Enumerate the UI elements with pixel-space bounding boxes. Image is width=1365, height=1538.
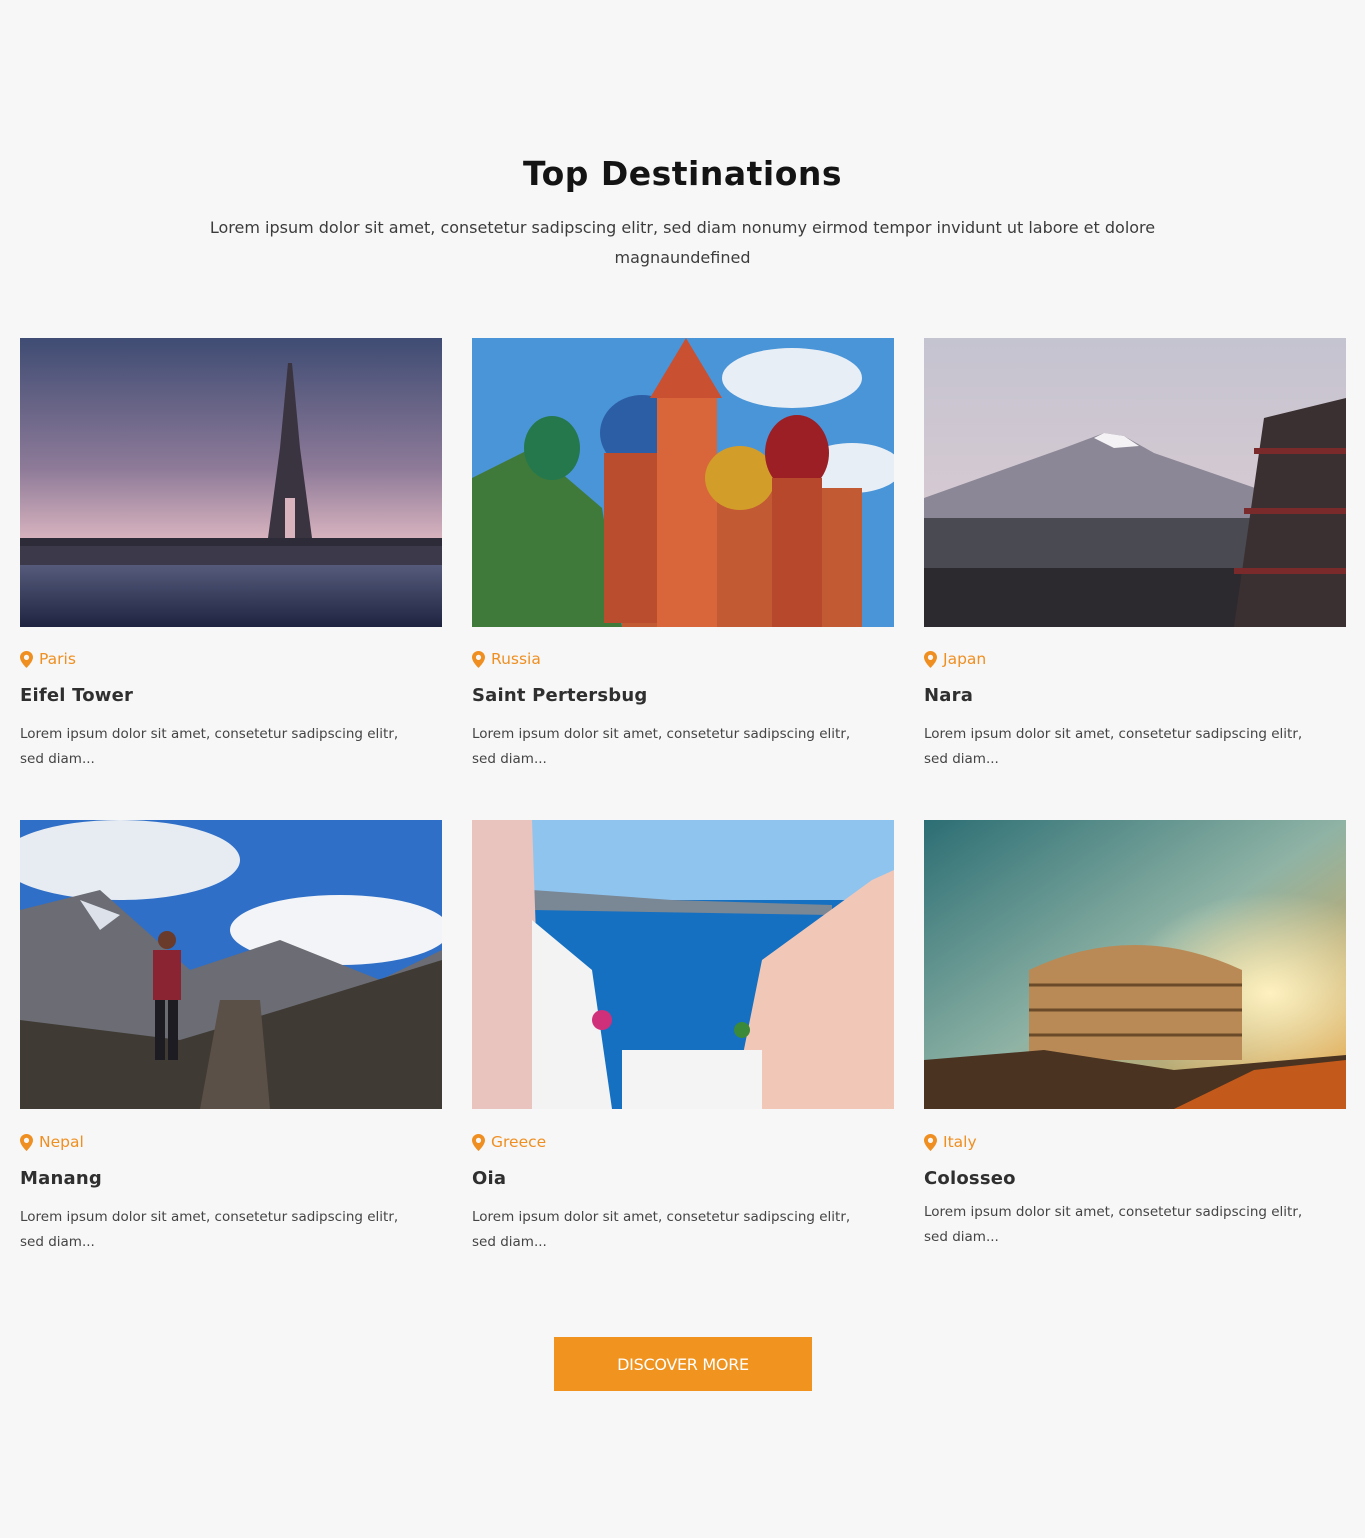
map-pin-icon bbox=[20, 1133, 33, 1151]
top-destinations-section: Top Destinations Lorem ipsum dolor sit a… bbox=[0, 0, 1365, 1538]
destination-image-colosseo[interactable] bbox=[924, 820, 1346, 1109]
destination-image-manang[interactable] bbox=[20, 820, 442, 1109]
destination-location: Nepal bbox=[20, 1133, 84, 1151]
discover-more-button[interactable]: DISCOVER MORE bbox=[554, 1337, 812, 1391]
destination-description: Lorem ipsum dolor sit amet, consetetur s… bbox=[924, 1204, 1303, 1245]
destination-card-japan[interactable]: Japan Nara Lorem ipsum dolor sit amet, c… bbox=[924, 338, 1346, 767]
destination-description: Lorem ipsum dolor sit amet, consetetur s… bbox=[924, 726, 1303, 767]
destination-title[interactable]: Nara bbox=[924, 685, 973, 706]
destination-description: Lorem ipsum dolor sit amet, consetetur s… bbox=[472, 726, 851, 767]
destination-location: Japan bbox=[924, 650, 986, 668]
destination-card-russia[interactable]: Russia Saint Pertersbug Lorem ipsum dolo… bbox=[472, 338, 894, 767]
destination-location: Paris bbox=[20, 650, 76, 668]
map-pin-icon bbox=[924, 650, 937, 668]
destination-image-oia[interactable] bbox=[472, 820, 894, 1109]
map-pin-icon bbox=[924, 1133, 937, 1151]
location-label: Greece bbox=[491, 1133, 547, 1151]
location-label: Nepal bbox=[39, 1133, 84, 1151]
destination-image-nara[interactable] bbox=[924, 338, 1346, 627]
location-label: Italy bbox=[943, 1133, 977, 1151]
destination-description: Lorem ipsum dolor sit amet, consetetur s… bbox=[20, 726, 399, 767]
destination-image-eiffel-tower[interactable] bbox=[20, 338, 442, 627]
section-title: Top Destinations bbox=[522, 154, 843, 193]
destination-card-paris[interactable]: Paris Eifel Tower Lorem ipsum dolor sit … bbox=[20, 338, 442, 767]
location-label: Japan bbox=[943, 650, 987, 668]
destination-title[interactable]: Manang bbox=[20, 1168, 102, 1189]
destination-card-nepal[interactable]: Nepal Manang Lorem ipsum dolor sit amet,… bbox=[20, 820, 442, 1250]
map-pin-icon bbox=[472, 650, 485, 668]
destination-location: Italy bbox=[924, 1133, 977, 1151]
destination-description: Lorem ipsum dolor sit amet, consetetur s… bbox=[472, 1209, 851, 1250]
section-intro: Lorem ipsum dolor sit amet, consetetur s… bbox=[209, 218, 1156, 267]
destination-title[interactable]: Oia bbox=[472, 1168, 506, 1189]
destination-location: Greece bbox=[472, 1133, 546, 1151]
destination-title[interactable]: Saint Pertersbug bbox=[472, 685, 647, 706]
destination-image-saint-petersburg[interactable] bbox=[472, 338, 894, 627]
destination-description: Lorem ipsum dolor sit amet, consetetur s… bbox=[20, 1209, 399, 1250]
destination-title[interactable]: Eifel Tower bbox=[20, 685, 133, 706]
map-pin-icon bbox=[20, 650, 33, 668]
destination-location: Russia bbox=[472, 650, 541, 668]
location-label: Russia bbox=[491, 650, 541, 668]
location-label: Paris bbox=[39, 650, 76, 668]
destination-card-greece[interactable]: Greece Oia Lorem ipsum dolor sit amet, c… bbox=[472, 820, 894, 1250]
destination-title[interactable]: Colosseo bbox=[924, 1168, 1016, 1189]
map-pin-icon bbox=[472, 1133, 485, 1151]
destination-card-italy[interactable]: Italy Colosseo Lorem ipsum dolor sit ame… bbox=[924, 820, 1346, 1245]
